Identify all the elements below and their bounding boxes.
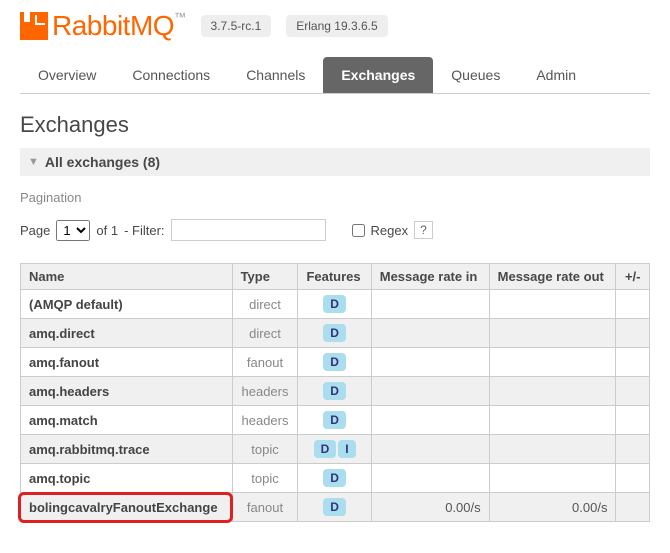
feature-badge: D bbox=[323, 469, 346, 487]
page-label: Page bbox=[20, 223, 50, 238]
rate-in bbox=[371, 319, 489, 348]
col-rate-in[interactable]: Message rate in bbox=[371, 264, 489, 290]
exchanges-table: Name Type Features Message rate in Messa… bbox=[20, 263, 650, 522]
tab-overview[interactable]: Overview bbox=[20, 57, 114, 93]
rate-in bbox=[371, 348, 489, 377]
tab-admin[interactable]: Admin bbox=[518, 57, 594, 93]
feature-badge: I bbox=[338, 440, 355, 458]
cell-pm bbox=[616, 290, 650, 319]
exchange-type: headers bbox=[232, 406, 298, 435]
exchange-link[interactable]: amq.fanout bbox=[29, 355, 99, 370]
page-of-label: of 1 bbox=[96, 223, 118, 238]
feature-badge: D bbox=[323, 295, 346, 313]
cell-pm bbox=[616, 464, 650, 493]
exchange-features: D bbox=[298, 377, 371, 406]
cell-pm bbox=[616, 348, 650, 377]
exchange-features: D bbox=[298, 319, 371, 348]
exchange-features: D bbox=[298, 290, 371, 319]
section-all-exchanges[interactable]: ▼ All exchanges (8) bbox=[20, 148, 650, 176]
exchange-link[interactable]: (AMQP default) bbox=[29, 297, 123, 312]
page-title: Exchanges bbox=[20, 112, 650, 138]
table-row: amq.rabbitmq.tracetopicDI bbox=[21, 435, 650, 464]
logo[interactable]: RabbitMQ™ bbox=[20, 10, 186, 42]
table-row: amq.headers headers D bbox=[21, 377, 650, 406]
col-features: Features bbox=[298, 264, 371, 290]
exchange-type: fanout bbox=[232, 348, 298, 377]
col-rate-out[interactable]: Message rate out bbox=[489, 264, 616, 290]
col-name[interactable]: Name bbox=[21, 264, 233, 290]
exchange-link[interactable]: bolingcavalryFanoutExchange bbox=[29, 500, 218, 515]
pager-row: Page 1 of 1 - Filter: Regex ? bbox=[20, 219, 650, 241]
exchange-link[interactable]: amq.headers bbox=[29, 384, 109, 399]
exchange-link[interactable]: amq.topic bbox=[29, 471, 90, 486]
regex-label: Regex bbox=[371, 223, 409, 238]
rate-in bbox=[371, 290, 489, 319]
rate-out bbox=[489, 377, 616, 406]
exchange-type: headers bbox=[232, 377, 298, 406]
rabbitmq-version-badge: 3.7.5-rc.1 bbox=[201, 15, 272, 37]
erlang-version-badge: Erlang 19.3.6.5 bbox=[286, 15, 387, 37]
rate-out bbox=[489, 464, 616, 493]
cell-pm bbox=[616, 377, 650, 406]
section-label: All exchanges (8) bbox=[45, 154, 160, 170]
header: RabbitMQ™ 3.7.5-rc.1 Erlang 19.3.6.5 bbox=[20, 10, 650, 42]
pagination-label: Pagination bbox=[20, 190, 650, 205]
col-plus-minus[interactable]: +/- bbox=[616, 264, 650, 290]
feature-badge: D bbox=[314, 440, 337, 458]
rate-in bbox=[371, 406, 489, 435]
exchange-type: fanout bbox=[232, 493, 298, 522]
rate-in bbox=[371, 435, 489, 464]
table-row: amq.fanout fanout D bbox=[21, 348, 650, 377]
table-row: amq.match headers D bbox=[21, 406, 650, 435]
filter-label: - Filter: bbox=[124, 223, 164, 238]
exchange-type: direct bbox=[232, 319, 298, 348]
exchange-features: D bbox=[298, 348, 371, 377]
exchange-features: D bbox=[298, 464, 371, 493]
tab-connections[interactable]: Connections bbox=[114, 57, 228, 93]
logo-text: RabbitMQ™ bbox=[52, 10, 186, 42]
cell-pm bbox=[616, 319, 650, 348]
rate-out bbox=[489, 348, 616, 377]
rate-in bbox=[371, 377, 489, 406]
exchange-type: topic bbox=[232, 464, 298, 493]
chevron-down-icon: ▼ bbox=[28, 156, 39, 168]
feature-badge: D bbox=[323, 353, 346, 371]
tab-channels[interactable]: Channels bbox=[228, 57, 323, 93]
rate-in: 0.00/s bbox=[371, 493, 489, 522]
page-select[interactable]: 1 bbox=[56, 220, 90, 241]
feature-badge: D bbox=[323, 382, 346, 400]
rate-out bbox=[489, 290, 616, 319]
feature-badge: D bbox=[323, 324, 346, 342]
filter-input[interactable] bbox=[171, 219, 326, 241]
exchange-features: D bbox=[298, 406, 371, 435]
rate-out bbox=[489, 319, 616, 348]
regex-help-icon[interactable]: ? bbox=[414, 221, 433, 239]
exchange-link[interactable]: amq.direct bbox=[29, 326, 95, 341]
exchange-link[interactable]: amq.rabbitmq.trace bbox=[29, 442, 150, 457]
cell-pm bbox=[616, 406, 650, 435]
cell-pm bbox=[616, 435, 650, 464]
table-row: bolingcavalryFanoutExchange fanout D 0.00/s… bbox=[21, 493, 650, 522]
rabbitmq-icon bbox=[20, 12, 48, 40]
exchange-type: direct bbox=[232, 290, 298, 319]
table-row: amq.topic topic D bbox=[21, 464, 650, 493]
cell-pm bbox=[616, 493, 650, 522]
col-type[interactable]: Type bbox=[232, 264, 298, 290]
table-row: amq.direct direct D bbox=[21, 319, 650, 348]
feature-badge: D bbox=[323, 411, 346, 429]
rate-out bbox=[489, 406, 616, 435]
feature-badge: D bbox=[323, 498, 346, 516]
table-row: (AMQP default) direct D bbox=[21, 290, 650, 319]
regex-checkbox[interactable] bbox=[352, 224, 365, 237]
exchange-type: topic bbox=[232, 435, 298, 464]
exchange-link[interactable]: amq.match bbox=[29, 413, 98, 428]
exchange-features: DI bbox=[298, 435, 371, 464]
exchange-features: D bbox=[298, 493, 371, 522]
rate-out bbox=[489, 435, 616, 464]
tab-exchanges[interactable]: Exchanges bbox=[323, 57, 433, 93]
rate-out: 0.00/s bbox=[489, 493, 616, 522]
nav-tabs: OverviewConnectionsChannelsExchangesQueu… bbox=[20, 57, 650, 94]
rate-in bbox=[371, 464, 489, 493]
tab-queues[interactable]: Queues bbox=[433, 57, 518, 93]
